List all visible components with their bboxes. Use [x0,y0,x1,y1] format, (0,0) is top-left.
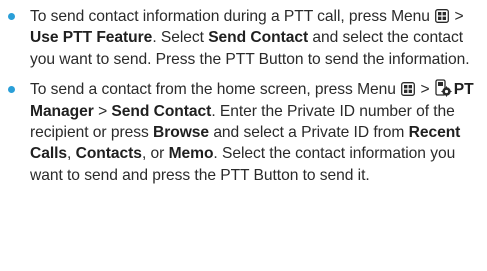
list-item: To send a contact from the home screen, … [0,79,479,186]
text-segment: and select a Private ID from [209,124,409,142]
menu-option-contacts: Contacts [75,145,142,163]
menu-option-memo: Memo [168,145,214,163]
menu-option-browse: Browse [153,124,210,142]
text-segment: > [416,81,434,99]
menu-option-use-ptt-feature: Use PTT Feature [30,29,153,47]
instruction-list: To send contact information during a PTT… [0,6,479,186]
bullet-icon [8,13,15,20]
bullet-icon [8,86,15,94]
text-segment: > [450,8,464,25]
menu-option-send-contact: Send Contact [111,102,212,120]
text-segment: , [67,145,76,163]
text-segment: To send contact information during a PTT… [30,8,435,25]
ptt-manager-icon [435,79,452,97]
menu-key-icon [435,9,450,23]
document-page: To send contact information during a PTT… [0,0,487,271]
text-segment: , or [141,145,169,163]
text-segment: To send a contact from the home screen, … [30,81,401,99]
menu-key-icon [401,82,416,97]
text-segment: > [93,102,112,120]
menu-option-send-contact: Send Contact [208,29,309,47]
text-segment: . Select [152,29,209,47]
list-item: To send contact information during a PTT… [0,6,479,70]
